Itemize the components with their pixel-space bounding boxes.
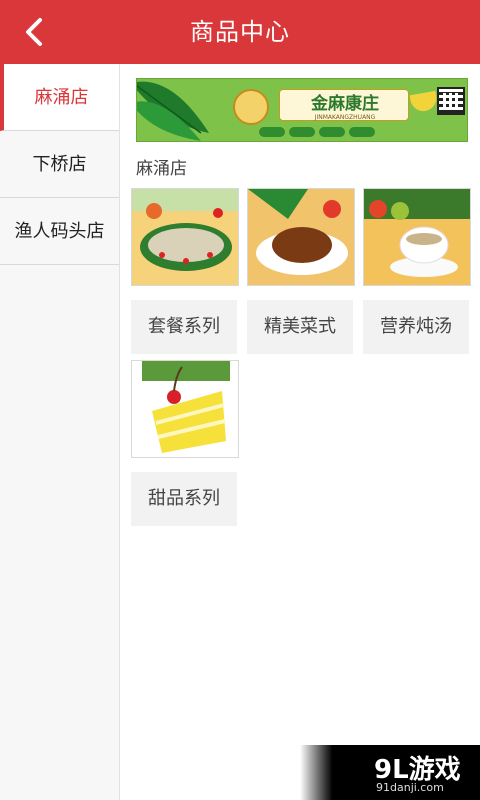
category-nutritious-soups[interactable]: 营养炖汤 [363, 300, 469, 354]
promo-banner[interactable]: 金麻康庄 JINMAKANGZHUANG [136, 78, 468, 142]
dish-image[interactable] [247, 188, 355, 286]
banner-tags [259, 127, 375, 137]
svg-text:JINMAKANGZHUANG: JINMAKANGZHUANG [314, 114, 376, 121]
header-bar: 商品中心 [0, 0, 480, 64]
soup-image[interactable] [363, 188, 471, 286]
banana-image [409, 90, 439, 114]
dessert-image[interactable] [131, 360, 239, 458]
palm-leaf-image [137, 81, 209, 141]
set-meal-image[interactable] [131, 188, 239, 286]
watermark-url: 91danji.com [376, 781, 444, 794]
watermark-logo: 9L游戏 91danji.com [300, 745, 480, 800]
store-title: 麻涌店 [136, 159, 187, 179]
sidebar-item-fishermans-wharf[interactable]: 渔人码头店 [0, 198, 119, 265]
page-title: 商品中心 [190, 18, 290, 46]
content-area: 金麻康庄 JINMAKANGZHUANG 麻涌店 套餐系列 精美菜式 营养炖汤 … [120, 64, 480, 800]
category-fine-dishes[interactable]: 精美菜式 [247, 300, 353, 354]
store-sidebar: 麻涌店 下桥店 渔人码头店 [0, 64, 120, 800]
category-desserts[interactable]: 甜品系列 [131, 472, 237, 526]
qr-code [437, 87, 465, 115]
mascot-logo [233, 89, 269, 125]
brand-logo: 金麻康庄 JINMAKANGZHUANG [279, 89, 409, 121]
sidebar-item-xiaqiao[interactable]: 下桥店 [0, 131, 119, 198]
category-set-meals[interactable]: 套餐系列 [131, 300, 237, 354]
sidebar-item-mayong[interactable]: 麻涌店 [0, 64, 119, 131]
svg-text:金麻康庄: 金麻康庄 [310, 93, 379, 114]
